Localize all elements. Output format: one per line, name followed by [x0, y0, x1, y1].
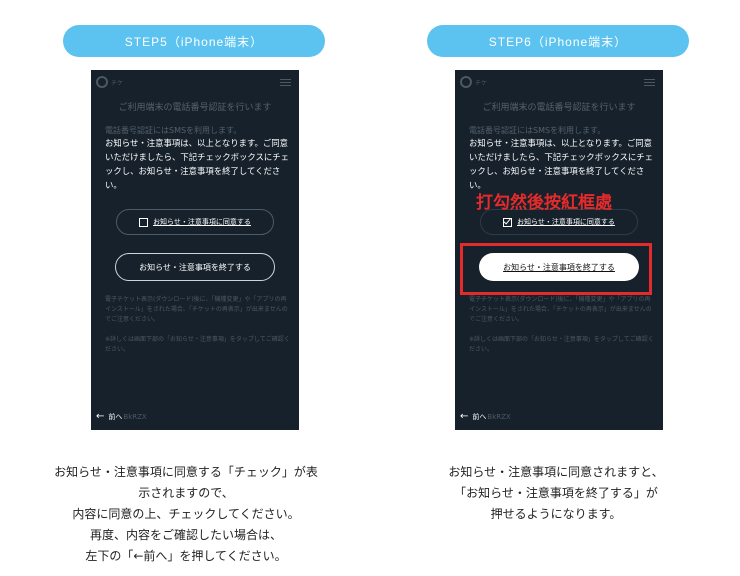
phone-screen-step5: チケ ご利用端末の電話番号認証を行います 電話番号認証にはSMSを利用します。 … — [91, 70, 299, 430]
step5-panel: STEP5（iPhone端末） チケ ご利用端末の電話番号認証を行います 電話番… — [0, 0, 370, 576]
app-logo-text: チケ — [111, 80, 124, 87]
caption-line: 押せるようになります。 — [490, 507, 622, 521]
app-logo-icon — [460, 76, 472, 88]
back-tail-text: BkRZX — [123, 412, 147, 421]
red-highlight-frame — [460, 243, 652, 295]
agree-checkbox-checked[interactable] — [503, 217, 513, 227]
details-note-text: ※詳しくは画面下部の「お知らせ・注意事項」をタップしてご確認ください。 — [469, 336, 654, 353]
caption-line: 再度、内容をご確認したい場合は、 — [89, 528, 282, 542]
sms-notice: 電話番号認証にはSMSを利用します。 — [105, 126, 242, 135]
agree-checkbox-row[interactable]: お知らせ・注意事項に同意する — [116, 209, 274, 235]
hamburger-menu-icon[interactable] — [280, 79, 291, 88]
caption-line: 左下の「←前へ」を押してください。 — [85, 549, 287, 563]
agree-checkbox-label[interactable]: お知らせ・注意事項に同意する — [153, 217, 251, 227]
caption-line: 示されますので、 — [138, 486, 234, 500]
step5-label: STEP5（iPhone端末） — [63, 25, 325, 57]
back-button[interactable]: ← 前へ BkRZX — [96, 411, 147, 422]
agree-checkbox[interactable] — [139, 217, 149, 227]
arrow-left-icon: ← — [460, 411, 469, 422]
hamburger-menu-icon[interactable] — [644, 79, 655, 88]
back-label[interactable]: 前へ — [472, 412, 486, 422]
app-logo-text: チケ — [475, 80, 488, 87]
red-annotation-text: 打勾然後按紅框處 — [476, 193, 612, 213]
caption-line: お知らせ・注意事項に同意されますと、 — [448, 465, 664, 479]
step6-caption: お知らせ・注意事項に同意されますと、 「お知らせ・注意事項を終了する」が 押せる… — [406, 462, 706, 525]
back-tail-text: BkRZX — [487, 412, 511, 421]
ticket-warning-text: 電子チケット表示(ダウンロード)後に、「機種変更」や「アプリの再インストール」を… — [105, 296, 288, 323]
notice-message: お知らせ・注意事項は、以上となります。ご同意いただけましたら、下記チェックボック… — [105, 138, 289, 190]
back-label[interactable]: 前へ — [108, 412, 122, 422]
ticket-warning-text: 電子チケット表示(ダウンロード)後に、「機種変更」や「アプリの再インストール」を… — [469, 296, 652, 323]
caption-line: お知らせ・注意事項に同意する「チェック」が表 — [54, 465, 318, 479]
app-logo-icon — [96, 76, 108, 88]
arrow-left-icon: ← — [96, 411, 105, 422]
step6-panel: STEP6（iPhone端末） チケ ご利用端末の電話番号認証を行います 電話番… — [370, 0, 740, 576]
step6-label: STEP6（iPhone端末） — [427, 25, 689, 57]
phone-header: ご利用端末の電話番号認証を行います — [118, 103, 272, 113]
agree-checkbox-label[interactable]: お知らせ・注意事項に同意する — [517, 217, 615, 227]
phone-header: ご利用端末の電話番号認証を行います — [482, 103, 636, 113]
sms-notice: 電話番号認証にはSMSを利用します。 — [469, 126, 606, 135]
caption-line: 内容に同意の上、チェックしてください。 — [72, 507, 300, 521]
back-button[interactable]: ← 前へ BkRZX — [460, 411, 511, 422]
notice-message: お知らせ・注意事項は、以上となります。ご同意いただけましたら、下記チェックボック… — [469, 138, 653, 190]
end-notice-button[interactable]: お知らせ・注意事項を終了する — [115, 253, 275, 281]
details-note-text: ※詳しくは画面下部の「お知らせ・注意事項」をタップしてご確認ください。 — [105, 336, 290, 353]
step5-caption: お知らせ・注意事項に同意する「チェック」が表 示されますので、 内容に同意の上、… — [36, 462, 336, 567]
caption-line: 「お知らせ・注意事項を終了する」が — [454, 486, 658, 500]
